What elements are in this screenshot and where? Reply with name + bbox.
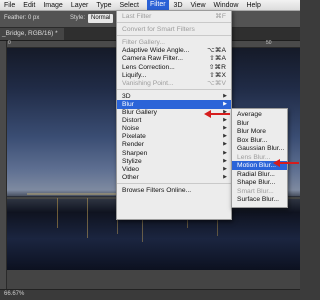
menu-item-label: Browse Filters Online...: [122, 186, 192, 194]
menu-item-label: Other: [122, 173, 139, 181]
ruler-mark: 50: [266, 40, 272, 46]
menu-type[interactable]: Type: [96, 2, 111, 9]
triangle-right-icon: ▶: [223, 173, 227, 180]
menu-window[interactable]: Window: [214, 2, 239, 9]
menu-item-convert-for-smart-filters: Convert for Smart Filters: [117, 25, 231, 34]
menu-separator: [117, 88, 231, 90]
menu-edit[interactable]: Edit: [23, 2, 35, 9]
vertical-ruler: [0, 41, 7, 300]
document-tab[interactable]: _Bridge, RGB/16) *: [0, 28, 64, 40]
status-bar: 66.67%: [0, 289, 300, 300]
menu-item-shortcut: ⌘F: [215, 13, 226, 20]
style-select[interactable]: Normal: [88, 14, 114, 23]
menu-image[interactable]: Image: [43, 2, 62, 9]
menu-item-label: Last Filter: [122, 13, 152, 20]
menu-item-other[interactable]: Other ▶: [117, 173, 231, 182]
menu-item-label: Vanishing Point...: [122, 79, 174, 87]
menu-help[interactable]: Help: [246, 2, 260, 9]
menu-layer[interactable]: Layer: [71, 2, 89, 9]
menu-separator: [117, 22, 231, 24]
menu-item-label: Surface Blur...: [237, 196, 280, 203]
menu-item-browse-filters-online[interactable]: Browse Filters Online...: [117, 186, 231, 195]
menu-3d[interactable]: 3D: [174, 2, 183, 9]
menu-file[interactable]: File: [4, 2, 15, 9]
menu-view[interactable]: View: [191, 2, 206, 9]
menu-select[interactable]: Select: [120, 2, 139, 9]
menu-item-shortcut: ⌥⌘V: [207, 79, 226, 87]
menu-item-surface-blur[interactable]: Surface Blur...: [232, 195, 287, 204]
style-label: Style:: [70, 15, 86, 21]
menu-separator: [117, 182, 231, 184]
red-arrow-icon: [204, 110, 230, 118]
red-arrow-icon: [273, 159, 299, 167]
menu-item-label: Convert for Smart Filters: [122, 26, 195, 34]
ruler-mark: 0: [8, 40, 11, 46]
menu-separator: [117, 35, 231, 37]
menu-item-last-filter: Last Filter ⌘F: [117, 12, 231, 21]
menu-item-vanishing-point: Vanishing Point... ⌥⌘V: [117, 79, 231, 88]
blur-submenu: Average Blur Blur More Box Blur... Gaussian …: [231, 108, 288, 208]
menu-filter[interactable]: Filter: [146, 0, 169, 10]
zoom-level[interactable]: 66.67%: [4, 291, 24, 297]
feather-label: Feather: 0 px: [4, 15, 40, 21]
